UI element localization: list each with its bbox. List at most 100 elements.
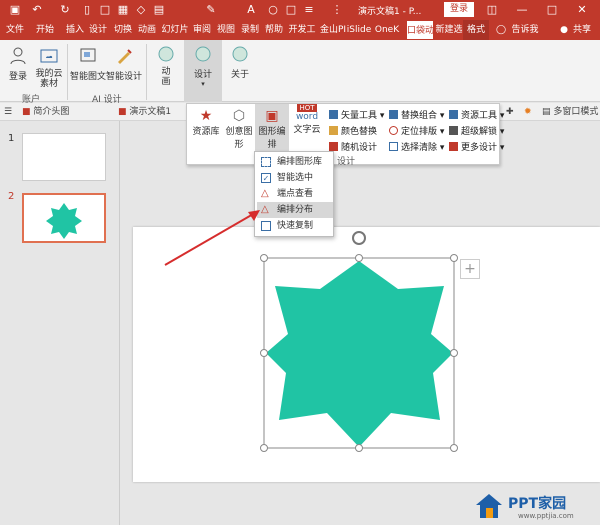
- smart-graphic-button[interactable]: 智能图文: [70, 46, 106, 82]
- tab-developer[interactable]: 开发工: [287, 20, 317, 40]
- tell-me-search[interactable]: 告诉我: [510, 20, 540, 40]
- more-icon[interactable]: ⋮: [330, 3, 344, 17]
- resize-handle[interactable]: [260, 444, 268, 452]
- vector-tools-item[interactable]: 矢量工具 ▾: [329, 108, 384, 121]
- ribbon-display-icon[interactable]: ◫: [484, 2, 500, 18]
- color-replace-item[interactable]: 颜色替换: [329, 124, 377, 137]
- menu-item-vertex-view[interactable]: △ 端点查看: [257, 186, 333, 202]
- square-icon[interactable]: □: [284, 3, 298, 17]
- login-account-button[interactable]: 登录: [4, 46, 32, 82]
- chart-icon[interactable]: ▦: [116, 3, 130, 17]
- resize-handle[interactable]: [450, 444, 458, 452]
- random-design-item[interactable]: 随机设计: [329, 140, 377, 153]
- tab-view[interactable]: 视图: [214, 20, 238, 40]
- resize-handle[interactable]: [450, 254, 458, 262]
- maximize-icon[interactable]: □: [544, 2, 560, 18]
- tab-kingsoft[interactable]: 金山PI: [317, 20, 349, 40]
- folder-cloud-icon: [40, 49, 58, 63]
- tab-islide[interactable]: iSlide: [346, 20, 372, 40]
- resource-tools-item[interactable]: 资源工具 ▾: [449, 108, 504, 121]
- design-button[interactable]: 设计 ▾: [184, 40, 222, 102]
- selected-shape[interactable]: [256, 228, 466, 458]
- tab-home[interactable]: 开始: [32, 20, 58, 40]
- select-clear-label: 选择清除: [401, 143, 438, 153]
- eyedropper-icon[interactable]: ✎: [204, 3, 218, 17]
- multi-window-label: 多窗口模式: [553, 107, 599, 117]
- undo-icon[interactable]: ↶: [30, 3, 44, 17]
- word-cloud-button[interactable]: HOT word 文字云: [291, 104, 323, 135]
- resize-handle[interactable]: [355, 254, 363, 262]
- shape-icon[interactable]: ◇: [134, 3, 148, 17]
- settings-icon[interactable]: ✹: [524, 105, 532, 119]
- position-layout-item[interactable]: 定位排版 ▾: [389, 124, 444, 137]
- random-design-label: 随机设计: [341, 143, 378, 153]
- redo-icon[interactable]: ↻: [58, 3, 72, 17]
- multi-window-toggle[interactable]: ▤ 多窗口模式: [542, 105, 598, 119]
- shape-layout-button[interactable]: ▣ 图形编排: [255, 104, 289, 152]
- resize-handle[interactable]: [450, 349, 458, 357]
- creative-shapes-button[interactable]: ⬡ 创意图形: [223, 108, 255, 150]
- slide-thumbnail-2[interactable]: [22, 193, 106, 243]
- checkbox-icon: ✓: [261, 173, 271, 183]
- user-icon[interactable]: ●: [558, 20, 570, 40]
- smart-design-button[interactable]: 智能设计: [106, 46, 142, 82]
- rotate-handle[interactable]: [352, 231, 366, 245]
- tab-insert[interactable]: 插入: [62, 20, 88, 40]
- layout-options-icon[interactable]: +: [460, 259, 480, 279]
- menu-item-layout-library[interactable]: 编排图形库: [257, 154, 333, 170]
- share-button[interactable]: 共享: [570, 20, 594, 40]
- tab-onekey[interactable]: OneK: [373, 20, 401, 40]
- octagram-thumbnail: [46, 203, 82, 239]
- tab-file[interactable]: 文件: [2, 20, 28, 40]
- doc-tab-intro[interactable]: ■ 简介头图: [22, 105, 69, 119]
- tab-transitions[interactable]: 切换: [110, 20, 136, 40]
- tab-list-icon[interactable]: ☰: [4, 105, 12, 119]
- cloud-materials-button[interactable]: 我的云素材: [34, 46, 64, 89]
- lightbulb-icon[interactable]: ◯: [494, 20, 508, 40]
- circle-icon[interactable]: ○: [266, 3, 280, 17]
- save-icon[interactable]: ▣: [8, 3, 22, 17]
- tab-animations[interactable]: 动画: [134, 20, 160, 40]
- new-file-icon[interactable]: ▯: [80, 3, 94, 17]
- tab-record[interactable]: 录制: [238, 20, 262, 40]
- design-icon: [195, 46, 211, 62]
- font-color-icon[interactable]: A: [244, 3, 258, 17]
- align-icon[interactable]: ≡: [302, 3, 316, 17]
- close-icon[interactable]: ✕: [574, 2, 590, 18]
- minimize-icon[interactable]: —: [514, 2, 530, 18]
- resize-handle[interactable]: [355, 444, 363, 452]
- resource-label: 资源库: [192, 127, 220, 137]
- tab-design[interactable]: 设计: [86, 20, 110, 40]
- divider: [146, 44, 147, 100]
- about-button[interactable]: 关于: [224, 44, 256, 80]
- brush-icon: [118, 49, 132, 64]
- tab-new-selection[interactable]: 新建选: [435, 20, 463, 40]
- menu-item-label: 快速复制: [277, 221, 314, 231]
- tab-format[interactable]: 格式: [463, 20, 489, 40]
- resource-library-button[interactable]: ★ 资源库: [191, 108, 221, 137]
- text-icon[interactable]: ▤: [152, 3, 166, 17]
- menu-item-label: 智能选中: [277, 173, 314, 183]
- tab-slideshow[interactable]: 幻灯片: [160, 20, 190, 40]
- doc-tab-presentation[interactable]: ■ 演示文稿1: [118, 105, 171, 119]
- replace-combo-label: 替换组合: [401, 111, 438, 121]
- login-button[interactable]: 登录: [444, 2, 474, 17]
- resize-handle[interactable]: [260, 349, 268, 357]
- add-icon[interactable]: ✚: [506, 105, 514, 119]
- tab-pocket-animation[interactable]: 口袋动: [406, 20, 434, 40]
- super-unlock-label: 超级解锁: [461, 127, 498, 137]
- slide-thumbnail-1[interactable]: [22, 133, 106, 181]
- animation-button[interactable]: 动画: [150, 44, 182, 87]
- shuffle-icon: [329, 142, 338, 151]
- select-clear-item[interactable]: 选择清除 ▾: [389, 140, 444, 153]
- hot-badge: HOT: [297, 104, 317, 112]
- open-icon[interactable]: □: [98, 3, 112, 17]
- more-design-item[interactable]: 更多设计 ▾: [449, 140, 504, 153]
- super-unlock-item[interactable]: 超级解锁 ▾: [449, 124, 504, 137]
- replace-combo-item[interactable]: 替换组合 ▾: [389, 108, 444, 121]
- about-label: 关于: [230, 70, 249, 80]
- tab-help[interactable]: 帮助: [262, 20, 286, 40]
- ribbon-tabs: 文件 开始 插入 设计 切换 动画 幻灯片 审阅 视图 录制 帮助 开发工 金山…: [0, 20, 600, 40]
- menu-item-smart-select[interactable]: ✓ 智能选中: [257, 170, 333, 186]
- tab-review[interactable]: 审阅: [190, 20, 214, 40]
